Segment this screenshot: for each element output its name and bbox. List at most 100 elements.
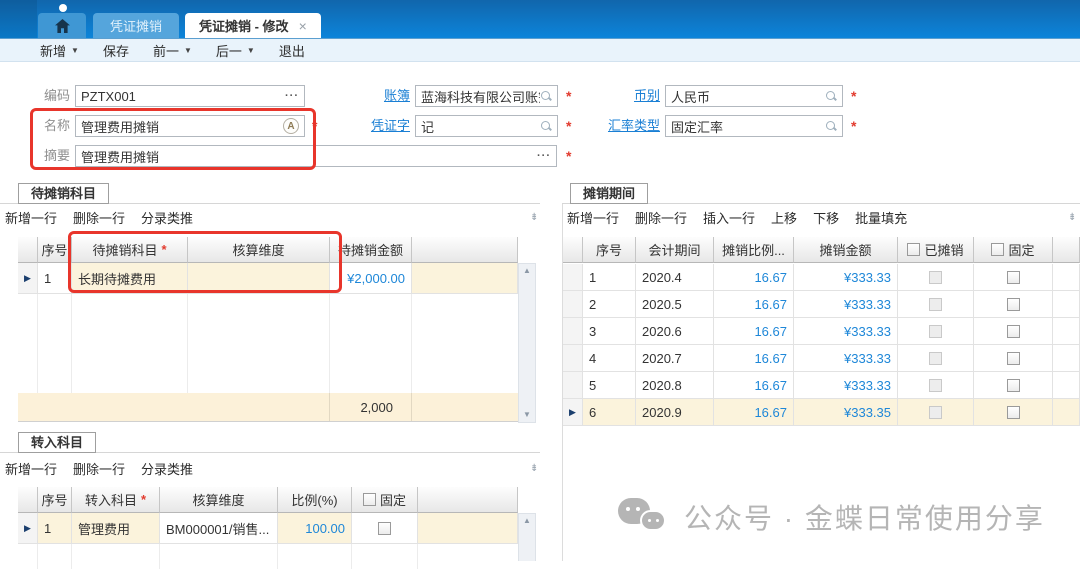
book-field[interactable]: 蓝海科技有限公司账簿 — [415, 85, 558, 107]
period-col-amount[interactable]: 摊销金额 — [794, 237, 898, 263]
currency-link[interactable]: 币别 — [590, 85, 660, 107]
tab-voucher-amortization[interactable]: 凭证摊销 — [93, 13, 179, 38]
exit-button[interactable]: 退出 — [279, 41, 305, 60]
period-batch-fill-button[interactable]: 批量填充 — [855, 208, 907, 227]
period-row-fixed-cell[interactable] — [974, 318, 1053, 345]
period-row-seq[interactable]: 3 — [583, 318, 636, 345]
period-row-indicator[interactable] — [563, 372, 583, 399]
period-move-up-button[interactable]: 上移 — [771, 208, 797, 227]
rate-type-link[interactable]: 汇率类型 — [590, 115, 660, 137]
tab-voucher-amortization-edit[interactable]: 凭证摊销 - 修改 × — [185, 13, 321, 38]
book-search-icon[interactable] — [540, 90, 552, 102]
period-row-period-cell[interactable]: 2020.9 — [636, 399, 714, 426]
previous-button[interactable]: 前一 ▼ — [153, 41, 192, 60]
multilanguage-icon[interactable]: A — [283, 118, 299, 134]
period-row-period-cell[interactable]: 2020.5 — [636, 291, 714, 318]
pending-toolbar-collapse-icon[interactable]: ⇟ — [530, 212, 538, 223]
voucher-word-search-icon[interactable] — [540, 120, 552, 132]
transfer-add-row-button[interactable]: 新增一行 — [5, 459, 57, 478]
save-button[interactable]: 保存 — [103, 41, 129, 60]
period-row-ratio-cell[interactable]: 16.67 — [714, 345, 794, 372]
previous-dropdown-icon[interactable]: ▼ — [184, 46, 192, 55]
scroll-up-icon[interactable]: ▲ — [523, 517, 531, 525]
period-row-amortized-cell[interactable] — [898, 264, 974, 291]
transfer-entry-analogy-button[interactable]: 分录类推 — [141, 459, 193, 478]
period-col-amortized[interactable]: 已摊销 — [898, 237, 974, 263]
transfer-col-ratio[interactable]: 比例(%) — [278, 487, 352, 513]
transfer-fixed-header-checkbox[interactable] — [363, 493, 376, 506]
pending-row-subject-cell[interactable]: 长期待摊费用 — [72, 263, 188, 294]
period-row-period-cell[interactable]: 2020.8 — [636, 372, 714, 399]
pending-row-seq[interactable]: 1 — [38, 263, 72, 294]
fixed-checkbox[interactable] — [1007, 325, 1020, 338]
pending-col-seq[interactable]: 序号 — [38, 237, 72, 263]
pending-entry-analogy-button[interactable]: 分录类推 — [141, 208, 193, 227]
period-insert-row-button[interactable]: 插入一行 — [703, 208, 755, 227]
currency-search-icon[interactable] — [825, 90, 837, 102]
period-add-row-button[interactable]: 新增一行 — [567, 208, 619, 227]
transfer-row-ratio-cell[interactable]: 100.00 — [278, 513, 352, 544]
period-row-amortized-cell[interactable] — [898, 399, 974, 426]
period-row-seq[interactable]: 5 — [583, 372, 636, 399]
fixed-checkbox[interactable] — [1007, 271, 1020, 284]
period-row-fixed-cell[interactable] — [974, 345, 1053, 372]
summary-lookup-icon[interactable]: ··· — [537, 150, 551, 162]
currency-field[interactable]: 人民币 — [665, 85, 843, 107]
period-row-ratio-cell[interactable]: 16.67 — [714, 318, 794, 345]
transfer-row-dimension-cell[interactable]: BM000001/销售... — [160, 513, 278, 544]
transfer-row-subject-cell[interactable]: 管理费用 — [72, 513, 160, 544]
period-toolbar-collapse-icon[interactable]: ⇟ — [1068, 212, 1076, 223]
transfer-col-dimension[interactable]: 核算维度 — [160, 487, 278, 513]
pending-section-tab[interactable]: 待摊销科目 — [18, 183, 109, 204]
period-row-amount-cell[interactable]: ¥333.33 — [794, 345, 898, 372]
fixed-checkbox[interactable] — [1007, 406, 1020, 419]
transfer-toolbar-collapse-icon[interactable]: ⇟ — [530, 463, 538, 474]
period-row-indicator[interactable] — [563, 345, 583, 372]
pending-table-scrollbar[interactable]: ▲ ▼ — [518, 263, 536, 423]
pending-add-row-button[interactable]: 新增一行 — [5, 208, 57, 227]
code-lookup-icon[interactable]: ··· — [285, 90, 299, 102]
pending-row-dimension-cell[interactable] — [188, 263, 330, 294]
transfer-row-indicator[interactable]: ▶ — [18, 513, 38, 544]
transfer-table-scrollbar[interactable]: ▲ — [518, 513, 536, 561]
pending-row-amount-cell[interactable]: ¥2,000.00 — [330, 263, 412, 294]
period-row-indicator-selected[interactable]: ▶ — [563, 399, 583, 426]
period-row-indicator[interactable] — [563, 264, 583, 291]
period-section-tab[interactable]: 摊销期间 — [570, 183, 648, 204]
period-row-seq[interactable]: 4 — [583, 345, 636, 372]
transfer-col-subject[interactable]: 转入科目 * — [72, 487, 160, 513]
rate-type-field[interactable]: 固定汇率 — [665, 115, 843, 137]
scroll-up-icon[interactable]: ▲ — [523, 267, 531, 275]
transfer-row-seq[interactable]: 1 — [38, 513, 72, 544]
period-row-period-cell[interactable]: 2020.7 — [636, 345, 714, 372]
period-row-ratio-cell[interactable]: 16.67 — [714, 291, 794, 318]
period-row-period-cell[interactable]: 2020.6 — [636, 318, 714, 345]
period-row-ratio-cell[interactable]: 16.67 — [714, 399, 794, 426]
fixed-checkbox[interactable] — [1007, 379, 1020, 392]
book-link[interactable]: 账簿 — [340, 85, 410, 107]
code-field[interactable]: PZTX001 ··· — [75, 85, 305, 107]
period-row-amount-cell[interactable]: ¥333.33 — [794, 318, 898, 345]
voucher-word-field[interactable]: 记 — [415, 115, 558, 137]
period-col-fixed[interactable]: 固定 — [974, 237, 1053, 263]
period-row-indicator[interactable] — [563, 291, 583, 318]
new-button[interactable]: 新增 ▼ — [40, 41, 79, 60]
period-row-amount-cell[interactable]: ¥333.33 — [794, 264, 898, 291]
transfer-section-tab[interactable]: 转入科目 — [18, 432, 96, 453]
period-row-seq[interactable]: 1 — [583, 264, 636, 291]
period-col-ratio[interactable]: 摊销比例... — [714, 237, 794, 263]
period-row-fixed-cell[interactable] — [974, 264, 1053, 291]
period-row-amount-cell[interactable]: ¥333.33 — [794, 372, 898, 399]
pending-col-dimension[interactable]: 核算维度 — [188, 237, 330, 263]
period-row-ratio-cell[interactable]: 16.67 — [714, 264, 794, 291]
pending-delete-row-button[interactable]: 删除一行 — [73, 208, 125, 227]
period-move-down-button[interactable]: 下移 — [813, 208, 839, 227]
scroll-down-icon[interactable]: ▼ — [523, 411, 531, 419]
transfer-col-fixed[interactable]: 固定 — [352, 487, 418, 513]
pending-row-indicator[interactable]: ▶ — [18, 263, 38, 294]
period-row-amortized-cell[interactable] — [898, 345, 974, 372]
period-amortized-header-checkbox[interactable] — [907, 243, 920, 256]
pending-col-amount[interactable]: 待摊销金额 — [330, 237, 412, 263]
transfer-fixed-checkbox[interactable] — [378, 522, 391, 535]
summary-field[interactable]: 管理费用摊销 ··· — [75, 145, 557, 167]
